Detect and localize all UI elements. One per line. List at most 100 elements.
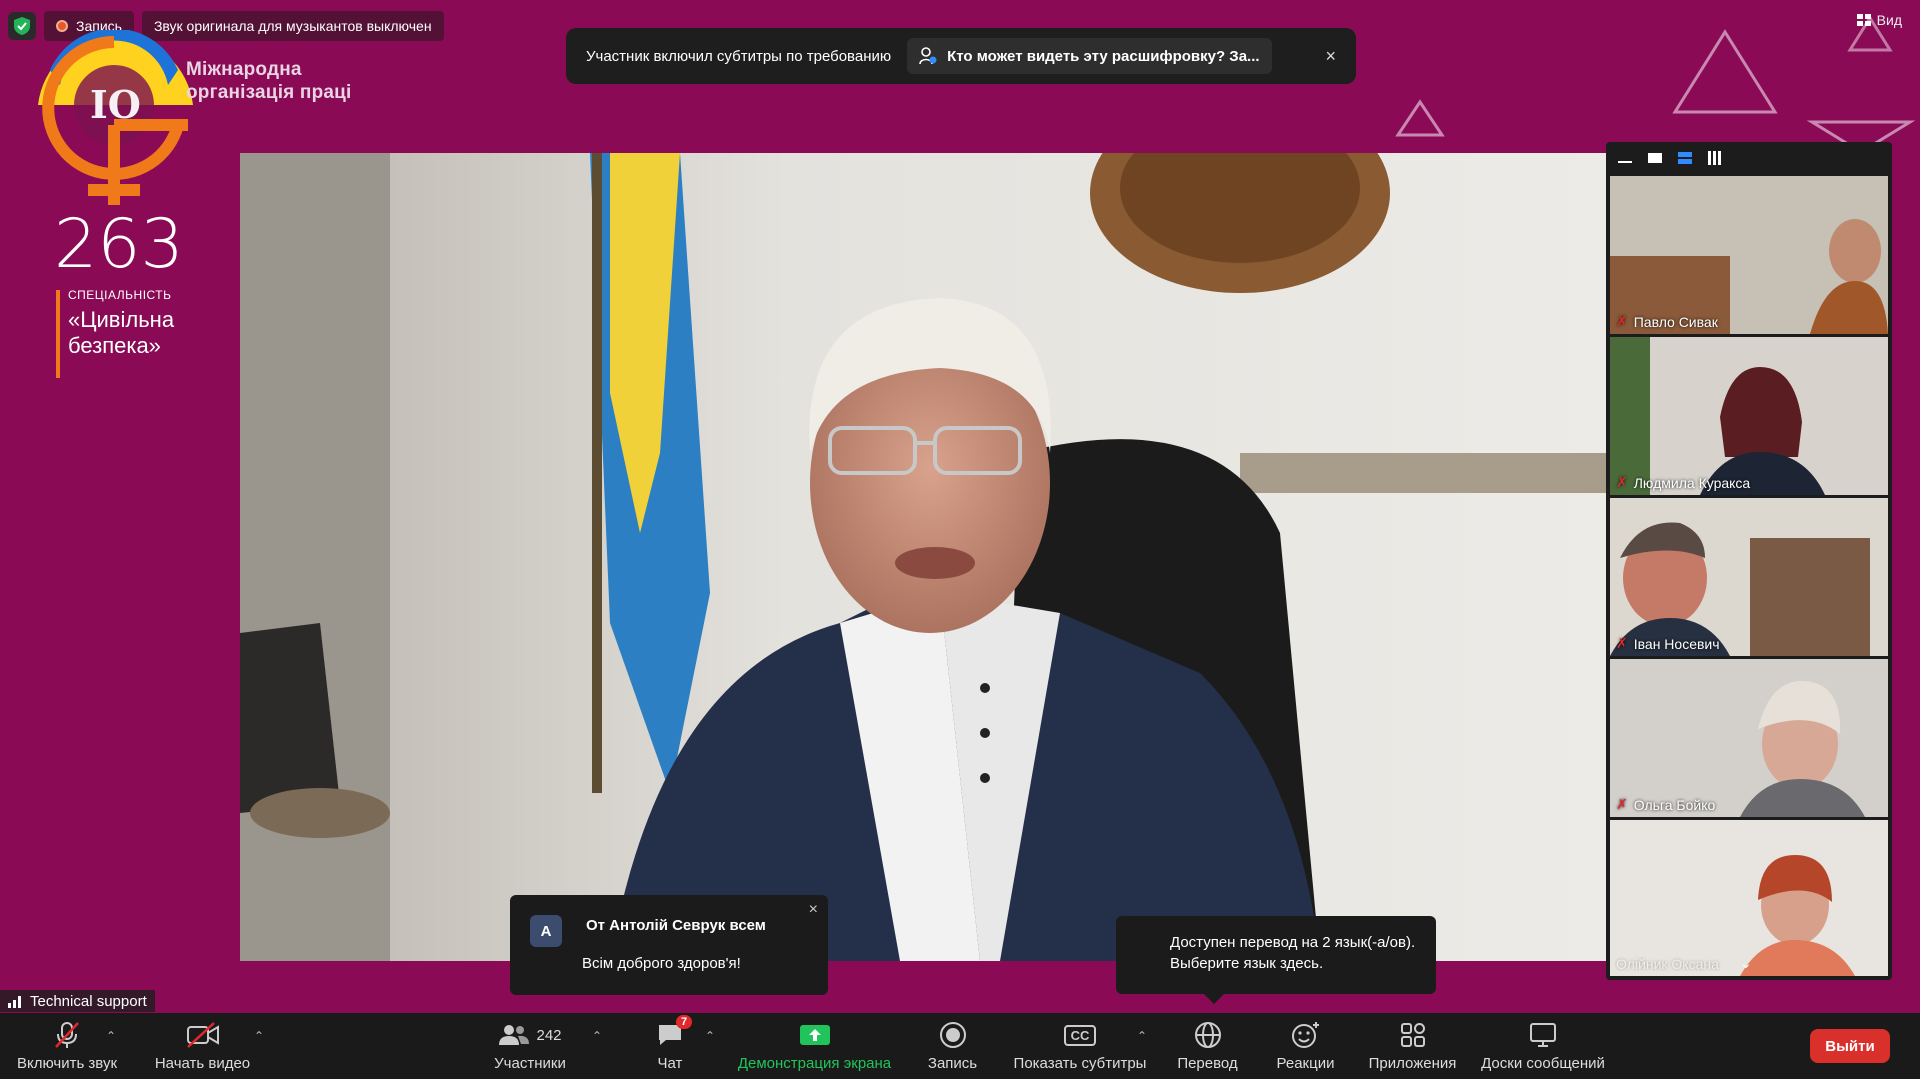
translation-tooltip[interactable]: Доступен перевод на 2 язык(-а/ов). Выбер…: [1116, 916, 1436, 1004]
participant-name: Ольга Бойко: [1633, 796, 1716, 813]
start-video-label: Начать видео: [154, 1055, 251, 1072]
specialty-accent-bar: [56, 290, 60, 378]
record-label: Запись: [927, 1055, 978, 1072]
globe-icon: [1194, 1022, 1221, 1048]
participant-name-tag: ✗ Ольга Бойко: [1616, 796, 1715, 813]
participant-video: [1610, 820, 1888, 976]
banner-close-icon[interactable]: ×: [1325, 46, 1336, 67]
audio-options-caret-icon[interactable]: ⌃: [106, 1029, 116, 1043]
participant-tile[interactable]: ✗ Людмила Куракса: [1610, 337, 1888, 495]
video-options-caret-icon[interactable]: ⌃: [254, 1029, 264, 1043]
closed-captions-icon: CC: [1063, 1024, 1097, 1046]
specialty-number: 263: [54, 205, 184, 284]
minimize-gallery-icon[interactable]: [1618, 161, 1632, 163]
organization-name: Міжнародна організація праці: [186, 59, 352, 103]
chat-sender: От Антолій Севрук всем: [586, 917, 766, 934]
smiley-plus-icon: [1291, 1022, 1319, 1048]
participants-label: Участники: [494, 1055, 566, 1072]
participant-name-tag: ✗ Людмила Куракса: [1616, 474, 1750, 491]
participant-tile[interactable]: ✗ Іван Носевич: [1610, 498, 1888, 656]
apps-icon: [1400, 1023, 1425, 1047]
chat-button[interactable]: 7 Чат: [645, 1015, 695, 1077]
person-info-icon: [919, 47, 937, 65]
technical-support-label: Technical support: [30, 992, 147, 1010]
show-captions-label: Показать субтитры: [1013, 1055, 1147, 1072]
share-screen-icon: [799, 1025, 830, 1045]
participant-name-tag: Олійник Оксана: [1616, 956, 1719, 972]
record-icon: [939, 1022, 966, 1048]
meeting-toolbar: Включить звук ⌃ Начать видео ⌃ 242 Участ…: [0, 1013, 1920, 1079]
participant-name-tag: ✗ Павло Сивак: [1616, 313, 1718, 330]
participant-name: Іван Носевич: [1633, 635, 1720, 652]
speaker-video-frame: [240, 153, 1606, 961]
unmute-label: Включить звук: [16, 1055, 118, 1072]
chat-notification[interactable]: A От Антолій Севрук всем Всім доброго зд…: [510, 895, 828, 995]
whiteboard-icon: [1530, 1023, 1556, 1047]
participant-video: [1610, 659, 1888, 817]
gallery-layout-controls: [1606, 142, 1892, 174]
view-label: Вид: [1876, 12, 1902, 28]
captions-caret-icon[interactable]: ⌃: [1137, 1029, 1147, 1043]
unmute-button[interactable]: Включить звук: [12, 1019, 122, 1077]
show-captions-button[interactable]: CC Показать субтитры: [1010, 1019, 1150, 1077]
apps-label: Приложения: [1368, 1055, 1457, 1072]
mic-muted-icon: ✗: [1616, 796, 1628, 812]
specialty-caption: СПЕЦІАЛЬНІСТЬ: [68, 288, 172, 302]
specialty-title: «Цивільна безпека»: [68, 307, 174, 359]
participants-caret-icon[interactable]: ⌃: [592, 1029, 602, 1043]
participants-icon: [499, 1025, 530, 1045]
mic-muted-icon: ✗: [1616, 635, 1628, 651]
ilo-logo-icon: IO: [38, 30, 193, 205]
mic-muted-icon: ✗: [1616, 313, 1628, 329]
active-speaker-video[interactable]: [240, 153, 1606, 961]
captions-banner: Участник включил субтитры по требованию …: [566, 28, 1356, 84]
share-screen-label: Демонстрация экрана: [737, 1055, 892, 1072]
participants-button[interactable]: 242 Участники: [490, 1019, 570, 1077]
participant-video: [1610, 337, 1888, 495]
strip-view-icon[interactable]: [1678, 152, 1692, 164]
who-can-see-transcript-button[interactable]: Кто может видеть эту расшифровку? За...: [907, 38, 1272, 74]
participant-name-tag: ✗ Іван Носевич: [1616, 635, 1720, 652]
chat-unread-badge: 7: [676, 1015, 693, 1029]
view-button[interactable]: Вид: [1856, 12, 1902, 28]
specialty-title-line1: «Цивільна: [68, 307, 175, 332]
translation-tooltip-text: Доступен перевод на 2 язык(-а/ов). Выбер…: [1170, 934, 1416, 972]
participant-video: [1610, 498, 1888, 656]
translation-label: Перевод: [1177, 1055, 1238, 1072]
grid-view-icon: [1856, 14, 1871, 26]
translation-button[interactable]: Перевод: [1170, 1019, 1245, 1077]
single-tile-icon[interactable]: [1648, 153, 1662, 163]
reactions-button[interactable]: Реакции: [1268, 1019, 1343, 1077]
chat-label: Чат: [657, 1055, 683, 1072]
share-screen-button[interactable]: Демонстрация экрана: [732, 1019, 897, 1077]
meeting-stage: Запись Звук оригинала для музыкантов вык…: [0, 0, 1920, 1013]
video-off-icon: [186, 1022, 219, 1048]
participants-count: 242: [536, 1026, 562, 1044]
participant-tile[interactable]: Олійник Оксана ⌄: [1610, 820, 1888, 976]
apps-button[interactable]: Приложения: [1365, 1019, 1460, 1077]
sender-avatar: A: [530, 915, 562, 947]
chat-caret-icon[interactable]: ⌃: [705, 1029, 715, 1043]
gallery-scroll-down-icon[interactable]: ⌄: [1740, 955, 1752, 972]
signal-bars-icon: [8, 996, 21, 1008]
chat-message: Всім доброго здоров'я!: [582, 955, 741, 972]
participant-name: Павло Сивак: [1633, 313, 1718, 330]
specialty-title-line2: безпека»: [68, 333, 161, 358]
who-can-see-label: Кто может видеть эту расшифровку? За...: [947, 47, 1260, 65]
reactions-label: Реакции: [1276, 1055, 1335, 1072]
mic-muted-icon: ✗: [1616, 474, 1628, 490]
microphone-muted-icon: [55, 1022, 79, 1048]
whiteboards-button[interactable]: Доски сообщений: [1478, 1019, 1608, 1077]
participant-name: Людмила Куракса: [1633, 474, 1751, 491]
captions-banner-text: Участник включил субтитры по требованию: [586, 47, 892, 65]
whiteboards-label: Доски сообщений: [1481, 1055, 1605, 1072]
chat-notification-close-icon[interactable]: ×: [809, 901, 818, 919]
participant-video: [1610, 176, 1888, 334]
participant-gallery: ✗ Павло Сивак ✗ Людмила Куракса ✗ Іван Н…: [1606, 142, 1892, 980]
participant-tile[interactable]: ✗ Павло Сивак: [1610, 176, 1888, 334]
start-video-button[interactable]: Начать видео: [150, 1019, 255, 1077]
leave-meeting-button[interactable]: Выйти: [1810, 1029, 1890, 1063]
record-button[interactable]: Запись: [920, 1019, 985, 1077]
participant-tile[interactable]: ✗ Ольга Бойко: [1610, 659, 1888, 817]
grid-gallery-icon[interactable]: [1708, 151, 1722, 165]
